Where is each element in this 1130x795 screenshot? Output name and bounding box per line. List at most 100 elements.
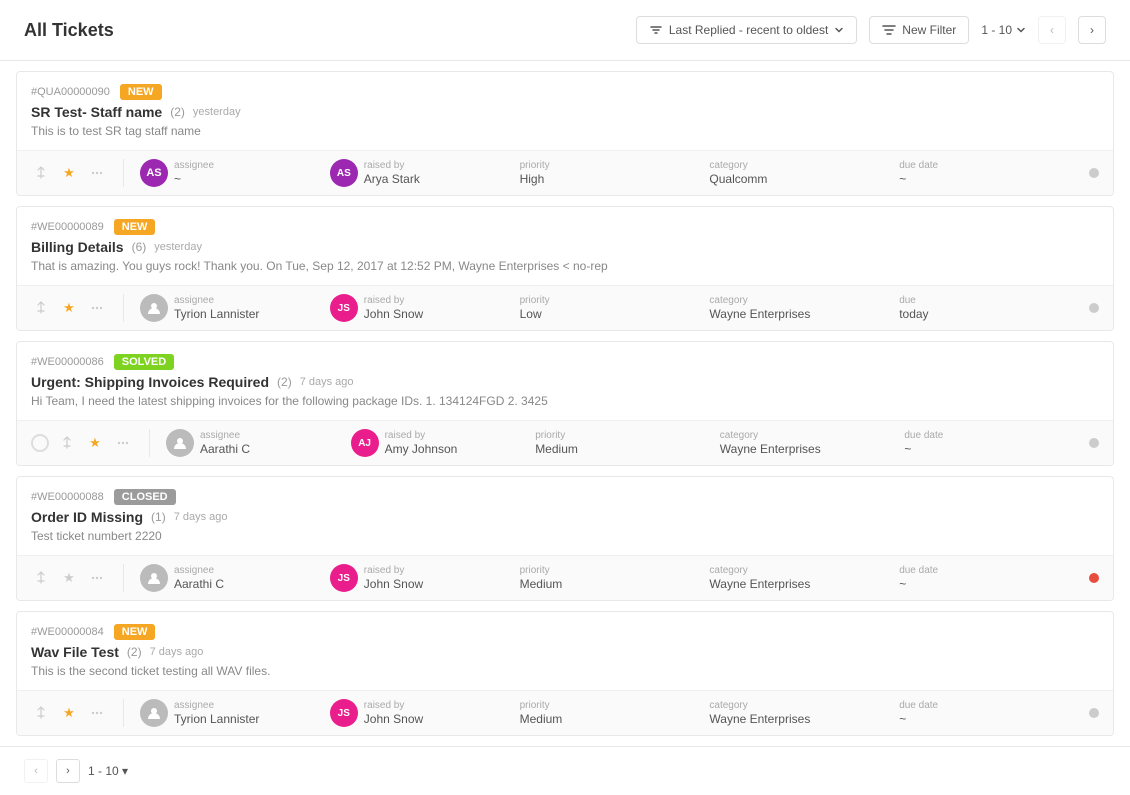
ticket-id: #WE00000088 (31, 491, 104, 503)
raised-field: JS raised by John Snow (330, 564, 520, 592)
ticket-reply-count: (6) (132, 240, 147, 254)
ticket-card: #WE00000089 NEW Billing Details (6) yest… (16, 206, 1114, 331)
due-label: due date (899, 160, 938, 171)
raised-label: raised by (364, 700, 423, 711)
meta-fields: assignee Aarathi C JS raised by John Sno… (140, 564, 1089, 592)
priority-info: priority High (520, 160, 550, 186)
assignee-info: assignee Aarathi C (174, 565, 224, 591)
next-page-button[interactable]: › (1078, 16, 1106, 44)
category-field: category Wayne Enterprises (709, 565, 899, 591)
raised-field: AS raised by Arya Stark (330, 159, 520, 187)
category-label: category (709, 160, 767, 171)
more-icon[interactable] (87, 163, 107, 183)
pin-icon[interactable] (57, 433, 77, 453)
raised-field: AJ raised by Amy Johnson (351, 429, 536, 457)
ticket-card: #WE00000084 NEW Wav File Test (2) 7 days… (16, 611, 1114, 736)
assignee-value: ~ (174, 172, 214, 186)
ticket-title[interactable]: Urgent: Shipping Invoices Required (31, 374, 269, 390)
raised-field: JS raised by John Snow (330, 294, 520, 322)
ticket-id: #WE00000086 (31, 356, 104, 368)
meta-divider (123, 294, 124, 322)
assignee-field: assignee Tyrion Lannister (140, 699, 330, 727)
sort-label: Last Replied - recent to oldest (669, 23, 828, 37)
raised-avatar: JS (330, 294, 358, 322)
meta-divider (123, 564, 124, 592)
star-icon[interactable]: ★ (59, 703, 79, 723)
raised-field: JS raised by John Snow (330, 699, 520, 727)
due-field: due date ~ (899, 160, 1089, 186)
assignee-label: assignee (174, 700, 259, 711)
pin-icon[interactable] (31, 703, 51, 723)
status-dot (1089, 168, 1099, 178)
due-field: due today (899, 295, 1089, 321)
priority-label: priority (520, 700, 563, 711)
pin-icon[interactable] (31, 298, 51, 318)
due-info: due date ~ (899, 565, 938, 591)
star-icon[interactable]: ★ (59, 568, 79, 588)
assignee-field: assignee Tyrion Lannister (140, 294, 330, 322)
filter-icon (882, 23, 896, 37)
due-info: due date ~ (899, 700, 938, 726)
ticket-title[interactable]: SR Test- Staff name (31, 104, 162, 120)
footer-pagination[interactable]: 1 - 10 ▾ (88, 764, 128, 778)
more-icon[interactable] (87, 703, 107, 723)
priority-value: Medium (520, 712, 563, 726)
ticket-title[interactable]: Billing Details (31, 239, 124, 255)
meta-end (1089, 708, 1099, 718)
meta-divider (123, 159, 124, 187)
assignee-label: assignee (200, 430, 250, 441)
star-icon[interactable]: ★ (85, 433, 105, 453)
ticket-title[interactable]: Wav File Test (31, 644, 119, 660)
priority-value: Low (520, 307, 550, 321)
ticket-title[interactable]: Order ID Missing (31, 509, 143, 525)
category-field: category Wayne Enterprises (709, 700, 899, 726)
assignee-field: assignee Aarathi C (140, 564, 330, 592)
ticket-main: #WE00000086 SOLVED Urgent: Shipping Invo… (17, 342, 1113, 420)
status-dot (1089, 438, 1099, 448)
raised-avatar: AJ (351, 429, 379, 457)
category-value: Wayne Enterprises (709, 307, 810, 321)
priority-field: priority Medium (520, 700, 710, 726)
assignee-value: Tyrion Lannister (174, 712, 259, 726)
meta-fields: AS assignee ~ AS raised by Arya Stark p (140, 159, 1089, 187)
assignee-info: assignee ~ (174, 160, 214, 186)
meta-actions: ★ (31, 163, 107, 183)
meta-divider (149, 429, 150, 457)
ticket-card: #QUA00000090 NEW SR Test- Staff name (2)… (16, 71, 1114, 196)
filter-label: New Filter (902, 23, 956, 37)
category-info: category Wayne Enterprises (709, 565, 810, 591)
sort-button[interactable]: Last Replied - recent to oldest (636, 16, 857, 44)
assignee-label: assignee (174, 160, 214, 171)
footer-pagination-range: 1 - 10 ▾ (88, 764, 128, 778)
star-icon[interactable]: ★ (59, 163, 79, 183)
assignee-info: assignee Aarathi C (200, 430, 250, 456)
raised-value: John Snow (364, 712, 423, 726)
prev-page-button[interactable]: ‹ (1038, 16, 1066, 44)
ticket-status-badge: NEW (114, 219, 156, 235)
raised-label: raised by (385, 430, 458, 441)
ticket-meta: ★ assignee Aarathi C JS raised by (17, 555, 1113, 600)
ticket-meta: ★ assignee Tyrion Lannister JS ra (17, 690, 1113, 735)
filter-button[interactable]: New Filter (869, 16, 969, 44)
ticket-radio[interactable] (31, 434, 49, 452)
pin-icon[interactable] (31, 568, 51, 588)
star-icon[interactable]: ★ (59, 298, 79, 318)
pin-icon[interactable] (31, 163, 51, 183)
ticket-reply-count: (2) (277, 375, 292, 389)
footer-prev-button[interactable]: ‹ (24, 759, 48, 783)
due-field: due date ~ (904, 430, 1089, 456)
meta-end (1089, 573, 1099, 583)
category-label: category (720, 430, 821, 441)
ticket-time: yesterday (193, 106, 241, 118)
ticket-preview: This is the second ticket testing all WA… (31, 664, 881, 678)
more-icon[interactable] (113, 433, 133, 453)
meta-actions: ★ (31, 703, 107, 723)
more-icon[interactable] (87, 568, 107, 588)
meta-end (1089, 303, 1099, 313)
more-icon[interactable] (87, 298, 107, 318)
category-label: category (709, 295, 810, 306)
ticket-meta: ★ assignee Tyrion Lannister JS ra (17, 285, 1113, 330)
due-info: due date ~ (899, 160, 938, 186)
footer-next-button[interactable]: › (56, 759, 80, 783)
category-field: category Wayne Enterprises (709, 295, 899, 321)
